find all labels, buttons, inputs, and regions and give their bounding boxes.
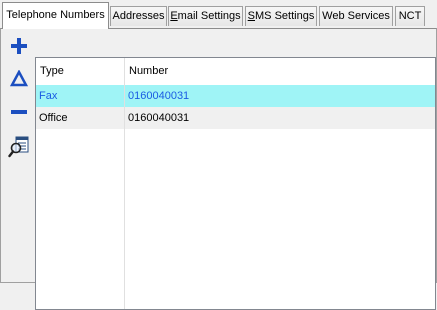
tab-addresses[interactable]: Addresses bbox=[110, 6, 167, 26]
cell-type: Fax bbox=[39, 90, 58, 102]
tab-sms-mnemonic: S bbox=[247, 10, 256, 22]
column-divider bbox=[124, 58, 125, 309]
plus-icon bbox=[11, 38, 27, 54]
tab-sms-settings[interactable]: SMS Settings bbox=[245, 6, 317, 26]
telephone-numbers-grid: Type Number Fax 0160040031 Office 016004… bbox=[35, 57, 436, 310]
cell-type: Office bbox=[39, 112, 68, 124]
column-header-type[interactable]: Type bbox=[36, 58, 124, 84]
add-button[interactable] bbox=[5, 37, 33, 66]
tab-strip: Telephone Numbers Addresses Email Settin… bbox=[0, 0, 437, 30]
tab-web-services[interactable]: Web Services bbox=[319, 6, 393, 26]
cell-number: 0160040031 bbox=[128, 90, 190, 102]
column-header-number[interactable]: Number bbox=[125, 58, 425, 84]
lookup-button[interactable] bbox=[5, 136, 33, 165]
tab-nct[interactable]: NCT bbox=[395, 6, 425, 26]
tab-email-label-rest: mail Settings bbox=[177, 10, 241, 22]
table-row[interactable]: Office 0160040031 bbox=[36, 107, 435, 129]
tab-email-mnemonic: E bbox=[170, 10, 178, 22]
table-row[interactable]: Fax 0160040031 bbox=[36, 85, 435, 107]
row-toolbar bbox=[5, 33, 33, 165]
tab-panel: Type Number Fax 0160040031 Office 016004… bbox=[0, 28, 437, 310]
remove-button[interactable] bbox=[5, 103, 33, 132]
tab-sms-label-rest: MS Settings bbox=[255, 10, 315, 22]
tab-telephone-numbers[interactable]: Telephone Numbers bbox=[2, 2, 109, 29]
delta-icon bbox=[10, 70, 28, 87]
grid-header: Type Number bbox=[36, 58, 435, 84]
tab-email-settings[interactable]: Email Settings bbox=[168, 6, 243, 26]
magnifier-list-icon bbox=[8, 136, 29, 158]
edit-button[interactable] bbox=[5, 70, 33, 99]
cell-number: 0160040031 bbox=[125, 107, 435, 129]
minus-icon bbox=[11, 110, 27, 114]
